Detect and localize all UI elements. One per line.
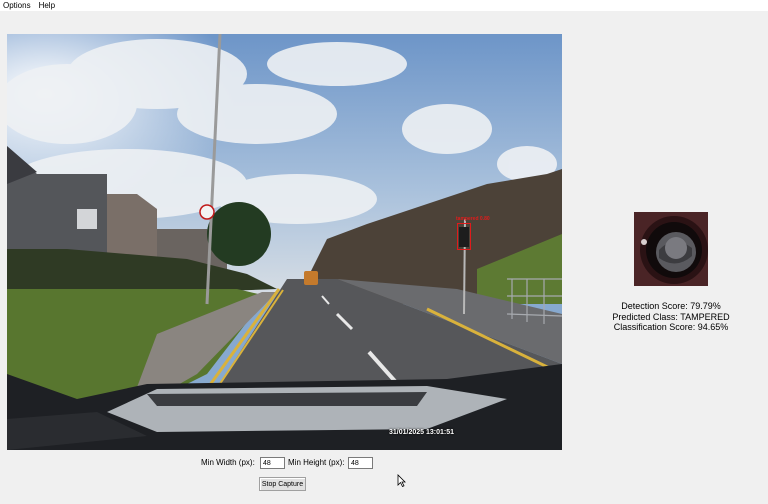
predicted-class: Predicted Class: TAMPERED — [612, 311, 730, 322]
traffic-light-crop — [634, 212, 708, 286]
video-feed: tampered 0.80 31/01/2025 13:01:51 — [7, 34, 562, 450]
menu-bar: Options Help — [0, 0, 768, 11]
min-width-label: Min Width (px): — [201, 458, 255, 467]
min-width-input[interactable] — [260, 457, 285, 469]
stop-capture-button[interactable]: Stop Capture — [259, 477, 306, 491]
results-panel: Detection Score: 79.79% Predicted Class:… — [600, 301, 742, 333]
detection-crop-image — [634, 212, 708, 286]
classification-score: Classification Score: 94.65% — [613, 322, 729, 332]
detection-score: Detection Score: 79.79% — [621, 301, 721, 311]
dashcam-frame — [7, 34, 562, 450]
menu-help[interactable]: Help — [35, 0, 59, 11]
detection-label: tampered 0.80 — [456, 216, 490, 222]
detection-bounding-box — [457, 223, 471, 250]
mouse-cursor-icon — [397, 474, 406, 487]
min-height-label: Min Height (px): — [288, 458, 345, 467]
video-timestamp: 31/01/2025 13:01:51 — [389, 429, 454, 436]
menu-options[interactable]: Options — [0, 0, 35, 11]
min-height-input[interactable] — [348, 457, 373, 469]
